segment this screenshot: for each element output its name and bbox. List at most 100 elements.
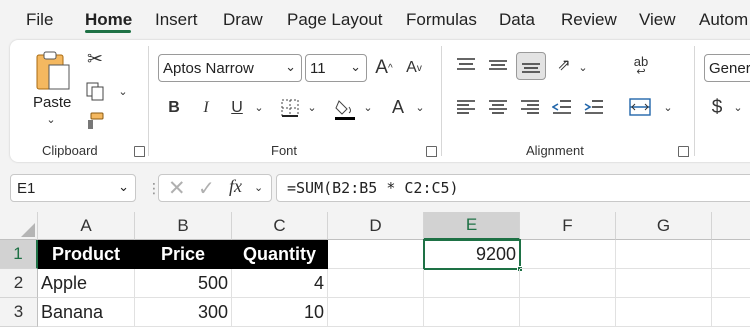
font-color-button[interactable]: A xyxy=(388,95,408,119)
cell-d3[interactable] xyxy=(328,298,424,327)
ribbon-separator xyxy=(148,46,149,156)
bold-button[interactable]: B xyxy=(164,96,184,120)
clipboard-launcher-icon[interactable] xyxy=(134,146,145,157)
column-header-b[interactable]: B xyxy=(135,212,232,240)
cell-f3[interactable] xyxy=(520,298,616,327)
cell-e3[interactable] xyxy=(424,298,520,327)
cell-g3[interactable] xyxy=(616,298,712,327)
underline-button[interactable]: U xyxy=(227,96,247,120)
borders-icon[interactable] xyxy=(280,98,300,118)
function-chevron-icon[interactable]: ⌄ xyxy=(254,181,263,194)
insert-function-button[interactable]: fx xyxy=(229,176,242,197)
alignment-group-label: Alignment xyxy=(526,143,584,158)
paste-button[interactable] xyxy=(32,48,74,94)
tab-home[interactable]: Home xyxy=(85,10,132,30)
name-box[interactable]: E1 ⌄ xyxy=(10,174,136,202)
cell-h2[interactable] xyxy=(712,269,750,298)
number-format-select[interactable]: Genera xyxy=(704,54,750,82)
borders-chevron-icon[interactable]: ⌄ xyxy=(306,100,318,114)
row-header-3[interactable]: 3 xyxy=(0,298,38,327)
underline-chevron-icon[interactable]: ⌄ xyxy=(253,100,265,114)
align-top-icon[interactable] xyxy=(454,54,478,76)
cell-e1[interactable]: 9200 xyxy=(423,239,521,270)
tab-automate[interactable]: Autom xyxy=(699,10,748,30)
italic-button[interactable]: I xyxy=(196,96,216,120)
tab-page-layout[interactable]: Page Layout xyxy=(287,10,382,30)
column-header-h[interactable] xyxy=(712,212,750,240)
cell-d2[interactable] xyxy=(328,269,424,298)
orientation-icon[interactable]: ⇗ xyxy=(552,54,576,76)
enter-icon[interactable]: ✓ xyxy=(198,176,215,201)
cell-d1[interactable] xyxy=(328,240,424,269)
copy-dropdown-chevron-icon[interactable]: ⌄ xyxy=(116,84,130,98)
font-launcher-icon[interactable] xyxy=(426,146,437,157)
font-color-chevron-icon[interactable]: ⌄ xyxy=(414,100,426,114)
cell-g2[interactable] xyxy=(616,269,712,298)
cell-e2[interactable] xyxy=(424,269,520,298)
increase-indent-icon[interactable] xyxy=(582,96,606,118)
align-middle-icon[interactable] xyxy=(486,54,510,76)
grow-font-button[interactable]: A ^ xyxy=(372,56,396,80)
tab-view[interactable]: View xyxy=(639,10,676,30)
column-header-e[interactable]: E xyxy=(424,212,520,240)
font-size-select[interactable]: 11 ⌄ xyxy=(305,54,367,82)
ribbon-home: Paste ⌄ ✂ ⌄ Clipboard Aptos Narrow ⌄ 11 … xyxy=(10,40,750,162)
align-right-icon[interactable] xyxy=(518,96,542,118)
tab-file[interactable]: File xyxy=(26,10,53,30)
cell-f1[interactable] xyxy=(520,240,616,269)
tab-data[interactable]: Data xyxy=(499,10,535,30)
paste-dropdown-chevron-icon[interactable]: ⌄ xyxy=(44,112,58,126)
cell-h1[interactable] xyxy=(712,240,750,269)
tab-draw[interactable]: Draw xyxy=(223,10,263,30)
tab-insert[interactable]: Insert xyxy=(155,10,198,30)
fill-color-icon[interactable] xyxy=(333,96,357,122)
tab-formulas[interactable]: Formulas xyxy=(406,10,477,30)
alignment-launcher-icon[interactable] xyxy=(678,146,689,157)
align-center-icon[interactable] xyxy=(486,96,510,118)
merge-chevron-icon[interactable]: ⌄ xyxy=(662,100,674,114)
currency-format-button[interactable]: $ xyxy=(708,96,726,120)
decrease-indent-icon[interactable] xyxy=(550,96,574,118)
wrap-text-icon[interactable]: ab ↩ xyxy=(628,54,654,80)
align-left-icon[interactable] xyxy=(454,96,478,118)
font-group-label: Font xyxy=(271,143,298,158)
select-all-corner[interactable] xyxy=(0,212,38,240)
column-header-c[interactable]: C xyxy=(232,212,328,240)
chevron-down-icon: ⌄ xyxy=(285,59,296,74)
cell-h3[interactable] xyxy=(712,298,750,327)
cell-c3[interactable]: 10 xyxy=(232,298,328,327)
cut-icon[interactable]: ✂ xyxy=(84,48,106,70)
column-header-g[interactable]: G xyxy=(616,212,712,240)
tab-review[interactable]: Review xyxy=(561,10,617,30)
column-header-f[interactable]: F xyxy=(520,212,616,240)
shrink-font-button[interactable]: Av xyxy=(402,56,426,80)
row-header-2[interactable]: 2 xyxy=(0,269,38,298)
cell-a1[interactable]: Product xyxy=(38,240,135,269)
fill-color-chevron-icon[interactable]: ⌄ xyxy=(362,100,374,114)
column-header-a[interactable]: A xyxy=(38,212,135,240)
cell-g1[interactable] xyxy=(616,240,712,269)
cell-a2[interactable]: Apple xyxy=(38,269,135,298)
cell-b3[interactable]: 300 xyxy=(135,298,232,327)
cell-b2[interactable]: 500 xyxy=(135,269,232,298)
cell-c2[interactable]: 4 xyxy=(232,269,328,298)
formula-input[interactable]: =SUM(B2:B5 * C2:C5) xyxy=(276,174,750,202)
cell-b1[interactable]: Price xyxy=(135,240,232,269)
chevron-down-icon: ⌄ xyxy=(350,59,361,74)
font-name-select[interactable]: Aptos Narrow ⌄ xyxy=(158,54,302,82)
excel-window: File Home Insert Draw Page Layout Formul… xyxy=(0,0,750,330)
copy-icon[interactable] xyxy=(84,80,106,102)
cell-f2[interactable] xyxy=(520,269,616,298)
cell-c1[interactable]: Quantity xyxy=(232,240,328,269)
cell-a3[interactable]: Banana xyxy=(38,298,135,327)
column-header-d[interactable]: D xyxy=(328,212,424,240)
merge-center-icon[interactable] xyxy=(628,96,652,118)
currency-chevron-icon[interactable]: ⌄ xyxy=(732,100,744,114)
orientation-chevron-icon[interactable]: ⌄ xyxy=(577,60,589,74)
cancel-icon[interactable]: ✕ xyxy=(168,176,186,201)
align-bottom-icon[interactable] xyxy=(516,52,546,80)
paste-icon xyxy=(36,51,70,90)
row-header-1[interactable]: 1 xyxy=(0,240,38,269)
format-painter-icon[interactable] xyxy=(84,110,106,132)
paste-label[interactable]: Paste xyxy=(33,94,71,111)
